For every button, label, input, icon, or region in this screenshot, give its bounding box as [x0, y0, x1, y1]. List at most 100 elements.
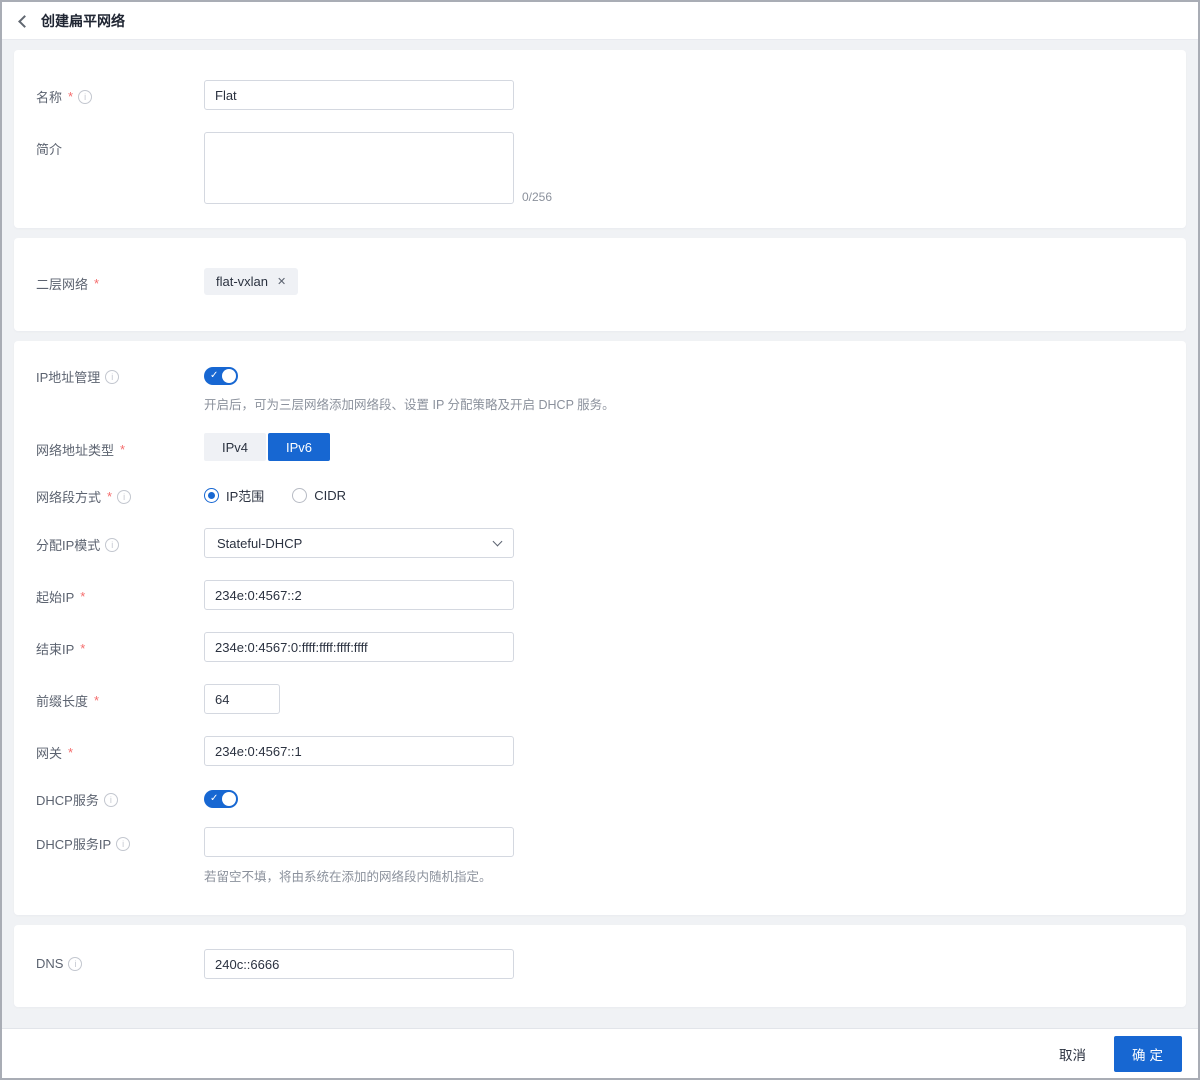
- alloc-mode-row: 分配IP模式 i Stateful-DHCP: [36, 528, 1166, 558]
- check-icon: ✓: [210, 370, 219, 381]
- radio-option-ip-range[interactable]: IP范围: [204, 486, 264, 505]
- basic-info-card: 名称 * i 简介 0/256: [14, 50, 1186, 228]
- info-icon[interactable]: i: [103, 792, 118, 807]
- dhcp-toggle[interactable]: ✓: [204, 790, 238, 808]
- description-label-group: 简介: [36, 132, 204, 158]
- description-row: 简介 0/256: [36, 132, 1166, 204]
- start-ip-input[interactable]: [204, 580, 514, 610]
- l2network-card: 二层网络 * flat-vxlan ✕: [14, 238, 1186, 331]
- dhcp-label-group: DHCP服务 i: [36, 788, 204, 809]
- info-icon[interactable]: i: [116, 836, 131, 851]
- alloc-mode-value: Stateful-DHCP: [217, 535, 303, 551]
- description-label: 简介: [36, 142, 63, 157]
- start-ip-label-group: 起始IP *: [36, 580, 204, 606]
- ip-mgmt-field: ✓ 开启后，可为三层网络添加网络段、设置 IP 分配策略及开启 DHCP 服务。: [204, 365, 615, 413]
- required-asterisk: *: [68, 745, 74, 760]
- end-ip-label-group: 结束IP *: [36, 632, 204, 658]
- chevron-down-icon: [492, 536, 503, 546]
- gateway-label: 网关: [36, 746, 63, 761]
- addr-type-segmented: IPv4 IPv6: [204, 433, 330, 461]
- segment-mode-radios: IP范围 CIDR: [204, 482, 346, 505]
- l2network-tag-label: flat-vxlan: [216, 274, 269, 289]
- info-icon[interactable]: i: [68, 956, 83, 971]
- info-icon[interactable]: i: [105, 537, 120, 552]
- info-icon[interactable]: i: [117, 489, 132, 504]
- required-asterisk: *: [68, 89, 74, 104]
- start-ip-label: 起始IP: [36, 590, 75, 605]
- radio-label: CIDR: [314, 488, 347, 503]
- radio-unselected-icon: [292, 488, 308, 503]
- addr-type-label: 网络地址类型: [36, 443, 115, 458]
- radio-option-cidr[interactable]: CIDR: [292, 486, 346, 505]
- info-icon[interactable]: i: [78, 89, 93, 104]
- check-icon: ✓: [210, 793, 219, 804]
- name-input[interactable]: [204, 80, 514, 110]
- radio-selected-icon: [204, 488, 219, 503]
- ip-mgmt-label: IP地址管理: [36, 370, 101, 385]
- action-footer: 取消 确定: [2, 1028, 1198, 1078]
- l2network-label: 二层网络: [36, 277, 89, 292]
- dns-label: DNS: [36, 956, 64, 971]
- l2network-label-group: 二层网络 *: [36, 268, 204, 293]
- ip-mgmt-row: IP地址管理 i ✓ 开启后，可为三层网络添加网络段、设置 IP 分配策略及开启…: [36, 365, 1166, 413]
- l2network-row: 二层网络 * flat-vxlan ✕: [36, 268, 1166, 295]
- page-header: 创建扁平网络: [2, 2, 1198, 40]
- name-label-group: 名称 * i: [36, 80, 204, 106]
- close-icon[interactable]: ✕: [277, 275, 286, 288]
- dns-card: DNS i: [14, 925, 1186, 1007]
- dhcp-ip-label: DHCP服务IP: [36, 837, 112, 852]
- l2network-tag[interactable]: flat-vxlan ✕: [204, 268, 299, 295]
- end-ip-label: 结束IP: [36, 642, 75, 657]
- required-asterisk: *: [80, 641, 86, 656]
- form-content: 名称 * i 简介 0/256 二层网络 *: [2, 40, 1198, 1028]
- end-ip-row: 结束IP *: [36, 632, 1166, 662]
- description-field: 0/256: [204, 132, 552, 204]
- gateway-label-group: 网关 *: [36, 736, 204, 762]
- ip-mgmt-toggle[interactable]: ✓: [204, 367, 238, 385]
- dhcp-ip-input[interactable]: [204, 827, 514, 857]
- confirm-button[interactable]: 确定: [1114, 1035, 1182, 1072]
- name-field: [204, 80, 514, 110]
- required-asterisk: *: [120, 442, 126, 457]
- back-icon[interactable]: [18, 14, 31, 28]
- alloc-mode-label: 分配IP模式: [36, 538, 101, 553]
- addr-type-row: 网络地址类型 * IPv4 IPv6: [36, 433, 1166, 461]
- alloc-mode-label-group: 分配IP模式 i: [36, 528, 204, 554]
- dhcp-ip-label-group: DHCP服务IP i: [36, 827, 204, 853]
- dns-input[interactable]: [204, 949, 514, 979]
- addr-type-option-ipv4[interactable]: IPv4: [204, 433, 266, 461]
- segment-mode-row: 网络段方式 * i IP范围 CIDR: [36, 482, 1166, 506]
- radio-dot: [208, 492, 215, 499]
- cancel-button[interactable]: 取消: [1059, 1044, 1086, 1064]
- prefix-length-label-group: 前缀长度 *: [36, 684, 204, 710]
- char-counter: 0/256: [522, 190, 553, 204]
- required-asterisk: *: [107, 489, 113, 504]
- ip-mgmt-label-group: IP地址管理 i: [36, 365, 204, 386]
- gateway-input[interactable]: [204, 736, 514, 766]
- ip-mgmt-hint: 开启后，可为三层网络添加网络段、设置 IP 分配策略及开启 DHCP 服务。: [204, 398, 615, 412]
- toggle-knob: [222, 792, 236, 806]
- start-ip-row: 起始IP *: [36, 580, 1166, 610]
- toggle-knob: [222, 369, 236, 383]
- dhcp-ip-field: 若留空不填，将由系统在添加的网络段内随机指定。: [204, 827, 514, 885]
- description-textarea[interactable]: [204, 132, 514, 204]
- dns-label-group: DNS i: [36, 949, 204, 971]
- info-icon[interactable]: i: [105, 369, 120, 384]
- alloc-mode-select[interactable]: Stateful-DHCP: [204, 528, 514, 558]
- addr-type-option-ipv6[interactable]: IPv6: [268, 433, 330, 461]
- dhcp-ip-hint: 若留空不填，将由系统在添加的网络段内随机指定。: [204, 870, 492, 884]
- prefix-length-label: 前缀长度: [36, 694, 89, 709]
- required-asterisk: *: [94, 276, 100, 291]
- required-asterisk: *: [80, 589, 86, 604]
- prefix-length-input[interactable]: [204, 684, 280, 714]
- name-label: 名称: [36, 90, 63, 105]
- end-ip-input[interactable]: [204, 632, 514, 662]
- ip-config-card: IP地址管理 i ✓ 开启后，可为三层网络添加网络段、设置 IP 分配策略及开启…: [14, 341, 1186, 915]
- dhcp-label: DHCP服务: [36, 793, 99, 808]
- prefix-length-row: 前缀长度 *: [36, 684, 1166, 714]
- required-asterisk: *: [94, 693, 100, 708]
- addr-type-label-group: 网络地址类型 *: [36, 433, 204, 459]
- create-flat-network-page: 创建扁平网络 名称 * i 简介 0/256: [0, 0, 1200, 1080]
- dns-row: DNS i: [36, 949, 1166, 979]
- name-row: 名称 * i: [36, 80, 1166, 110]
